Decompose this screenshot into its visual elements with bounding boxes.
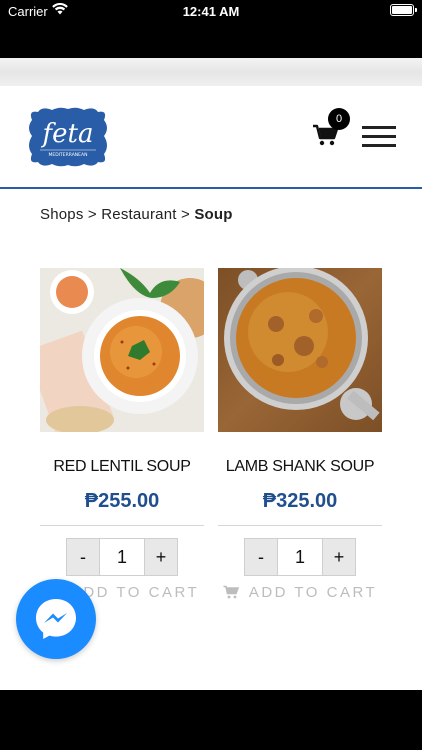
quantity-stepper: - 1 + [244, 538, 356, 576]
breadcrumb-current: Soup [194, 206, 233, 223]
hamburger-menu-icon[interactable] [362, 126, 396, 148]
app-page: feta MEDITERRANEAN 0 Shops > Restaurant … [0, 86, 422, 690]
add-to-cart-button[interactable]: ADD TO CART [218, 580, 382, 604]
site-header: feta MEDITERRANEAN 0 [0, 86, 422, 189]
svg-text:MEDITERRANEAN: MEDITERRANEAN [49, 152, 88, 158]
breadcrumb-separator: > [83, 206, 102, 223]
bottom-black-bar [0, 690, 422, 750]
top-black-bar [0, 22, 422, 58]
quantity-input[interactable]: 1 [278, 538, 322, 576]
divider [218, 525, 382, 526]
product-name[interactable]: RED LENTIL SOUP [40, 458, 204, 476]
breadcrumb-restaurant[interactable]: Restaurant [101, 206, 176, 223]
breadcrumb-shops[interactable]: Shops [40, 206, 84, 223]
breadcrumb-separator: > [176, 206, 195, 223]
feta-logo[interactable]: feta MEDITERRANEAN [26, 106, 110, 170]
top-banner-strip [0, 58, 422, 86]
product-name[interactable]: LAMB SHANK SOUP [218, 458, 382, 476]
product-price: ₱255.00 [84, 490, 160, 512]
add-to-cart-label: ADD TO CART [248, 583, 378, 601]
product-image[interactable] [40, 268, 204, 432]
quantity-input[interactable]: 1 [100, 538, 144, 576]
decrease-quantity-button[interactable]: - [66, 538, 100, 576]
svg-text:feta: feta [41, 119, 94, 149]
product-card: RED LENTIL SOUP ₱255.00 - 1 + ADD TO CAR… [40, 268, 204, 604]
battery-icon [390, 4, 417, 16]
decrease-quantity-button[interactable]: - [244, 538, 278, 576]
cart-count-badge: 0 [328, 108, 350, 130]
product-card: LAMB SHANK SOUP ₱325.00 - 1 + ADD TO CAR… [218, 268, 382, 604]
breadcrumb: Shops > Restaurant > Soup [40, 206, 233, 223]
cart-icon [223, 585, 239, 599]
increase-quantity-button[interactable]: + [322, 538, 356, 576]
clock: 12:41 AM [182, 4, 240, 19]
status-bar: Carrier 12:41 AM [0, 0, 422, 22]
divider [40, 525, 204, 526]
quantity-stepper: - 1 + [66, 538, 178, 576]
increase-quantity-button[interactable]: + [144, 538, 178, 576]
product-price: ₱325.00 [262, 490, 338, 512]
product-image[interactable] [218, 268, 382, 432]
messenger-icon [36, 599, 76, 639]
messenger-chat-button[interactable] [16, 579, 96, 659]
